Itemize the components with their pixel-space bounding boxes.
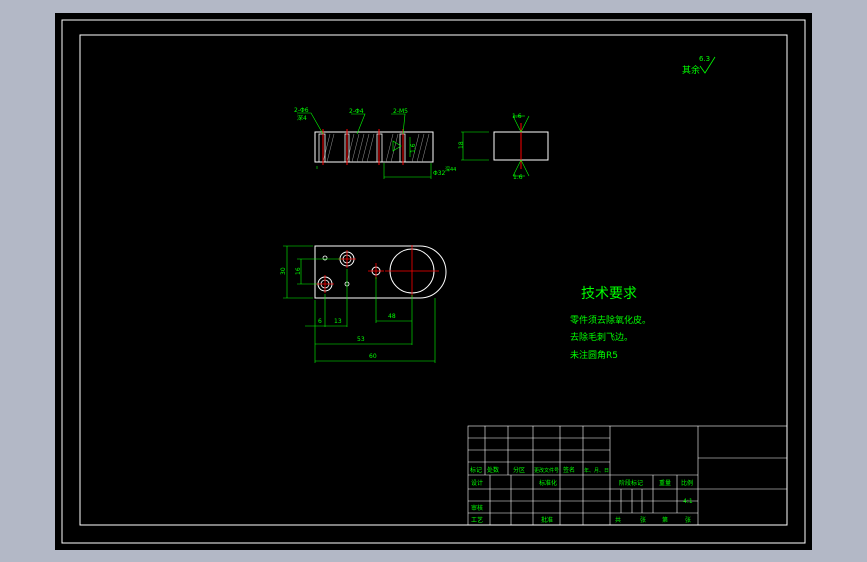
tech-requirements: 技术要求 零件须去除氧化皮。 去除毛刺飞边。 未注圆角R5	[570, 286, 651, 361]
roughness-top: 1.6	[512, 113, 522, 120]
cad-viewport[interactable]: 其余 6.3 2-Φ6 深4 2-Φ4 2-M5 1.6 Φ32 深44 18 …	[55, 13, 812, 550]
end-view-height: 18	[458, 141, 465, 149]
tech-line-3: 未注圆角R5	[570, 349, 618, 361]
cad-drawing: 其余 6.3 2-Φ6 深4 2-Φ4 2-M5 1.6 Φ32 深44 18 …	[61, 19, 806, 544]
tb-sheets-unit-2: 张	[685, 516, 691, 524]
thread-depth: 1.6	[410, 143, 417, 153]
dim-bottom-sub: 深44	[445, 166, 456, 173]
tb-process: 工艺	[471, 516, 483, 524]
callout-left: 2-Φ6	[294, 107, 309, 114]
tech-line-2: 去除毛刺飞边。	[570, 331, 633, 343]
roughness-bottom: 1.6	[513, 174, 523, 181]
dim-60: 60	[369, 353, 377, 360]
dim-13: 13	[334, 318, 342, 325]
tb-review: 审核	[471, 504, 483, 512]
callout-right: 2-M5	[393, 108, 408, 115]
inner-frame	[79, 34, 788, 526]
top-view: 30 16 6 13 48 53 60	[280, 245, 447, 363]
dim-bottom: Φ32	[433, 170, 446, 177]
tb-scale-value: 4:1	[683, 498, 693, 505]
outer-frame	[61, 19, 806, 544]
tb-mark: 标记	[470, 466, 482, 474]
callout-left-sub: 深4	[297, 114, 307, 122]
callout-mid: 2-Φ4	[349, 108, 364, 115]
dim-53: 53	[357, 336, 365, 343]
tb-sheets-unit-1: 张	[640, 516, 646, 524]
dim-6: 6	[318, 318, 322, 325]
dim-height-inner: 16	[295, 267, 302, 275]
tb-count: 处数	[487, 466, 499, 474]
roughness-value: 6.3	[699, 55, 710, 63]
tb-scale: 比例	[681, 479, 693, 487]
tb-sheets-total: 共	[615, 516, 621, 524]
dim-height-total: 30	[280, 267, 287, 275]
tech-title: 技术要求	[581, 286, 637, 302]
roughness-note: 其余 6.3	[682, 55, 716, 76]
tech-line-1: 零件须去除氧化皮。	[570, 314, 651, 326]
roughness-label: 其余	[682, 64, 700, 76]
tb-signature: 签名	[563, 466, 575, 474]
side-view: 2-Φ6 深4 2-Φ4 2-M5 1.6 Φ32 深44	[294, 107, 456, 179]
tb-approve: 批准	[541, 516, 553, 524]
tb-design: 设计	[471, 479, 483, 487]
dim-48: 48	[388, 313, 396, 320]
tb-standardize: 标准化	[539, 479, 557, 487]
end-view: 18 1.6 1.6	[458, 113, 549, 181]
title-block: 标记 处数 分区 更改文件号 签名 年、月、日 设计 标准化 审核 工艺 批准 …	[467, 425, 788, 526]
tb-date: 年、月、日	[584, 467, 609, 474]
tb-change-doc: 更改文件号	[534, 467, 559, 474]
tb-weight: 重量	[659, 479, 671, 487]
tb-zone: 分区	[513, 466, 525, 474]
tb-sheet-no: 第	[662, 516, 668, 524]
tb-stage-mark: 阶段标记	[619, 479, 643, 487]
